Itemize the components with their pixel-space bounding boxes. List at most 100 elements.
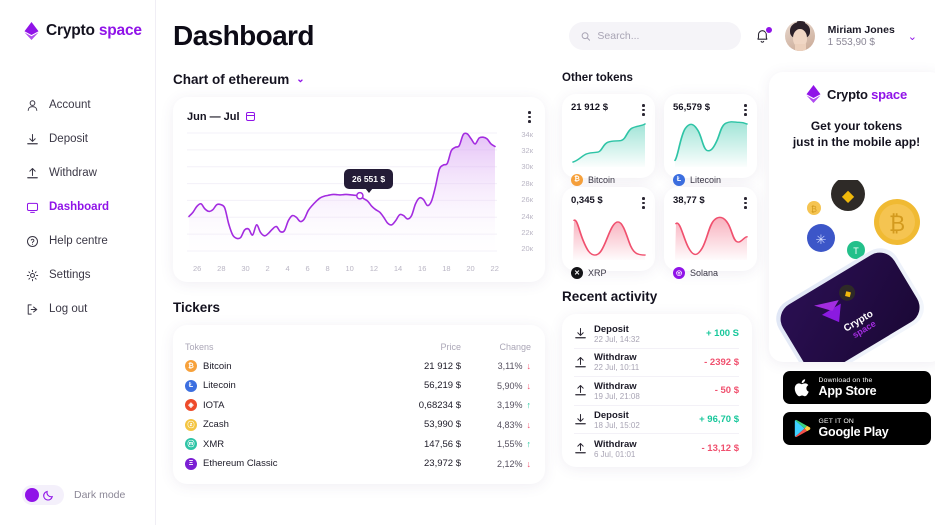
- list-item[interactable]: Deposit 22 Jul, 14:32 + 100 S: [574, 320, 739, 349]
- other-tokens-title-text: Other tokens: [562, 72, 633, 84]
- dark-mode-toggle[interactable]: [22, 485, 64, 505]
- ethereum-diamond-icon: [24, 22, 39, 40]
- promo-ethereum-diamond-icon: [806, 85, 821, 103]
- token-more-options-icon[interactable]: [640, 195, 647, 211]
- chart-section-title: Chart of ethereum ⌄: [173, 72, 545, 87]
- activity-text: Withdraw 6 Jul, 01:01: [594, 439, 637, 459]
- token-card-footer: ₿ Bitcoin: [571, 173, 647, 186]
- svg-text:₿: ₿: [811, 205, 817, 214]
- sidebar-item-withdraw[interactable]: Withdraw: [0, 156, 155, 190]
- token-more-options-icon[interactable]: [742, 102, 749, 118]
- ticker-token-cell: ⓩ Zcash: [185, 418, 373, 431]
- x-tick-label: 26: [193, 263, 202, 273]
- sidebar-item-label: Account: [49, 99, 91, 111]
- x-tick-label: 22: [490, 263, 499, 273]
- toggle-knob: [25, 488, 39, 502]
- ticker-price: 21 912 $: [424, 360, 461, 372]
- calendar-icon[interactable]: [245, 112, 255, 122]
- token-sparkline: [673, 119, 749, 172]
- ticker-change-cell: 2,12% ↓: [461, 459, 531, 469]
- chart-card: Jun — Jul 34к 32к 30к 28к 26к 24к 22к 20…: [173, 97, 545, 282]
- table-row[interactable]: ₿ Bitcoin 21 912 $3,11% ↓: [185, 357, 531, 377]
- sidebar: Crypto space Account Deposit Withdraw Dashb…: [0, 0, 167, 525]
- coin-icon: ₿: [185, 360, 197, 373]
- x-tick-label: 6: [305, 263, 310, 273]
- avatar[interactable]: [784, 21, 815, 51]
- user-meta: Miriam Jones 1 553,90 $: [828, 24, 895, 48]
- search-icon: [581, 31, 590, 41]
- promo-brand-name: Crypto: [827, 86, 868, 102]
- table-row[interactable]: Ξ Ethereum Classic 23,972 $2,12% ↓: [185, 454, 531, 474]
- table-row[interactable]: Ł Litecoin 56,219 $5,90% ↓: [185, 376, 531, 396]
- x-tick-label: 14: [393, 263, 403, 273]
- x-tick-label: 20: [466, 263, 475, 273]
- topbar: Dashboard Search... Miriam Jones 1 553,9…: [156, 0, 935, 72]
- token-more-options-icon[interactable]: [640, 102, 647, 118]
- search-box[interactable]: [568, 22, 741, 50]
- app-store-big: App Store: [818, 383, 877, 398]
- notifications-button[interactable]: [754, 25, 773, 46]
- sidebar-item-dashboard[interactable]: Dashboard: [0, 190, 167, 224]
- avatar-bun: [796, 21, 805, 26]
- sidebar-item-account[interactable]: Account: [0, 88, 155, 122]
- store-buttons: Download on the App Store GET IT ON Goog…: [769, 371, 935, 445]
- sidebar-item-settings[interactable]: Settings: [0, 258, 155, 292]
- sidebar-item-deposit[interactable]: Deposit: [0, 122, 155, 156]
- table-row[interactable]: ◈ IOTA 0,68234 $3,19% ↑: [185, 396, 531, 416]
- ticker-name: Litecoin: [203, 380, 236, 392]
- ticker-price: 23,972 $: [424, 458, 461, 470]
- promo-brand-accent: space: [871, 86, 907, 102]
- token-card[interactable]: 56,579 $ Ł Litecoin: [664, 94, 757, 186]
- token-card[interactable]: 38,77 $ ◎ Solana: [664, 187, 757, 279]
- sidebar-item-label: Withdraw: [49, 167, 97, 179]
- activity-date: 22 Jul, 10:11: [594, 363, 640, 373]
- right-column: Crypto space Get your tokens just in the…: [769, 72, 935, 484]
- list-item[interactable]: Withdraw 22 Jul, 10:11 - 2392 $: [574, 349, 739, 378]
- coin-icon: Ł: [673, 173, 685, 186]
- ticker-change-cell: 1,55% ↑: [461, 439, 531, 449]
- upload-icon: [574, 356, 587, 369]
- content-grid: Chart of ethereum ⌄ Jun — Jul 34к 32к 30…: [156, 72, 935, 484]
- table-row[interactable]: ⓩ Zcash 53,990 $4,83% ↓: [185, 415, 531, 435]
- promo-headline-line1: Get your tokens: [810, 119, 903, 133]
- activity-text: Withdraw 19 Jul, 21:08: [594, 381, 640, 401]
- activity-date: 6 Jul, 01:01: [594, 449, 636, 459]
- svg-text:◆: ◆: [842, 188, 855, 205]
- table-row[interactable]: ⓜ XMR 147,56 $1,55% ↑: [185, 435, 531, 455]
- sidebar-item-log-out[interactable]: Log out: [0, 292, 155, 326]
- google-play-button[interactable]: GET IT ON Google Play: [782, 412, 931, 445]
- chart-more-options-icon[interactable]: [526, 109, 533, 125]
- activity-text: Deposit 18 Jul, 15:02: [594, 410, 640, 430]
- x-tick-label: 10: [345, 263, 354, 273]
- moon-icon: [43, 490, 53, 501]
- dark-mode-row[interactable]: Dark mode: [0, 485, 155, 505]
- token-more-options-icon[interactable]: [742, 195, 749, 211]
- app-store-text: Download on the App Store: [819, 377, 877, 397]
- app-store-button[interactable]: Download on the App Store: [782, 371, 931, 404]
- ticker-change: 5,90%: [496, 380, 523, 391]
- activity-list: Deposit 22 Jul, 14:32 + 100 S Withdraw 22 Ju…: [574, 320, 739, 463]
- list-item[interactable]: Withdraw 19 Jul, 21:08 - 50 $: [574, 377, 739, 406]
- coin-icon: Ξ: [185, 457, 197, 470]
- arrow-down-icon: ↓: [526, 361, 532, 372]
- list-item[interactable]: Deposit 18 Jul, 15:02 + 96,70 $: [574, 406, 739, 435]
- sidebar-item-help-centre[interactable]: Help centre: [0, 224, 155, 258]
- tickers-section-title: Tickers: [173, 300, 545, 315]
- search-input[interactable]: [597, 30, 729, 42]
- token-card-top: 38,77 $: [673, 195, 749, 211]
- ticker-change: 1,55%: [496, 439, 523, 450]
- other-tokens-grid: 21 912 $ ₿ Bitcoin 56,579 $ Ł Litecoin 0,345 $…: [562, 94, 757, 279]
- token-card[interactable]: 0,345 $ ✕ XRP: [562, 187, 655, 279]
- list-item[interactable]: Withdraw 6 Jul, 01:01 - 13,12 $: [574, 434, 739, 463]
- brand-name: Crypto: [46, 22, 95, 39]
- token-card[interactable]: 21 912 $ ₿ Bitcoin: [562, 94, 655, 186]
- user-menu-chevron-down-icon[interactable]: ⌄: [908, 30, 917, 43]
- activity-date: 19 Jul, 21:08: [594, 391, 640, 401]
- ticker-change: 3,11%: [497, 361, 523, 372]
- token-price: 21 912 $: [571, 102, 608, 113]
- chart-chevron-down-icon[interactable]: ⌄: [296, 74, 304, 85]
- brand-logo[interactable]: Crypto space: [0, 0, 155, 40]
- ticker-change: 3,19%: [496, 400, 523, 411]
- notification-badge: [764, 25, 773, 34]
- tickers-col-change: Change: [499, 341, 531, 352]
